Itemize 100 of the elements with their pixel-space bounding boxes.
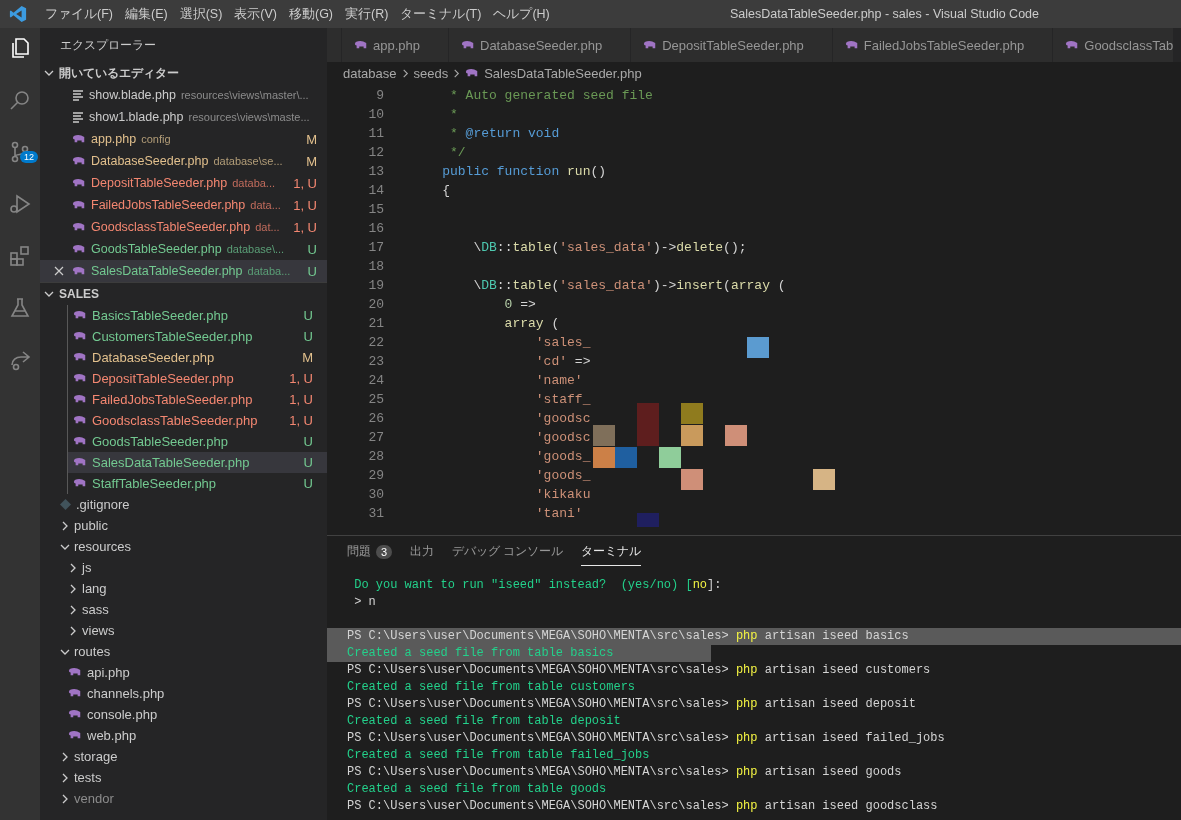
file-item[interactable]: DepositTableSeeder.php 1, U [68,368,327,389]
editor-tab[interactable]: GoodsclassTab [1053,28,1175,62]
line-number: 22 [367,334,384,352]
section-header[interactable]: SALES [59,287,99,301]
file-item[interactable]: BasicsTableSeeder.php U [68,305,327,326]
file-item[interactable]: SalesDataTableSeeder.php U [68,452,327,473]
code-line: 'staff_ [534,391,591,409]
file-name: FailedJobsTableSeeder.php [91,198,246,212]
run-debug-icon[interactable] [8,192,32,216]
panel-tab[interactable]: 出力 [410,538,435,566]
file-item[interactable]: GoodsTableSeeder.php U [68,431,327,452]
folder-name[interactable]: vendor [74,791,114,806]
elephant-icon [73,373,87,384]
folder-name[interactable]: routes [74,644,111,659]
terminal-line: Do you want to run "iseed" instead? (yes/no) [no]: [353,578,722,592]
chevron-icon[interactable] [68,625,78,636]
menu-item[interactable]: ヘルプ(H) [487,5,556,23]
menu-item[interactable]: 実行(R) [339,5,395,23]
chevron-icon[interactable] [44,68,54,78]
chevron-icon[interactable] [60,751,70,762]
folder-name[interactable]: tests [74,770,102,785]
menu-item[interactable]: 移動(G) [283,5,340,23]
terminal-line: PS C:\Users\user\Documents\MEGA\SOHO\MENTA\src\sales> php artisan iseed failed_jobs [347,731,945,745]
folder-name[interactable]: public [74,518,108,533]
open-editor-item[interactable]: GoodsclassTableSeeder.php dat... 1, U [40,216,327,238]
code-line: \DB::table('sales_data')->delete(); [472,239,747,257]
flask-icon[interactable] [8,296,32,320]
file-item[interactable]: DatabaseSeeder.php M [68,347,327,368]
file-path: databa... [247,265,291,277]
panel-tab[interactable]: 問題 [347,538,371,566]
folder-name[interactable]: sass [82,602,109,617]
breadcrumb-item[interactable]: database [343,66,397,81]
chevron-icon[interactable] [44,289,54,299]
file-name: app.php [91,132,137,146]
open-editor-item[interactable]: app.php config M [40,128,327,150]
search-icon[interactable] [8,88,32,112]
editor-tab[interactable]: DatabaseSeeder.php [449,28,632,62]
editor-tab[interactable]: DepositTableSeeder.php [631,28,833,62]
breadcrumb-item[interactable]: seeds [413,66,449,81]
file-item[interactable]: StaffTableSeeder.php U [68,473,327,494]
file-path: resources\views\master\... [180,89,309,101]
open-editor-item[interactable]: SalesDataTableSeeder.php databa... U [40,260,327,282]
folder-name[interactable]: js [82,560,92,575]
editor-tab[interactable]: FailedJobsTableSeeder.php [832,28,1054,62]
elephant-icon [68,730,82,741]
file-name[interactable]: .gitignore [76,497,130,512]
file-name[interactable]: api.php [87,665,130,680]
menu-item[interactable]: 選択(S) [173,5,229,23]
file-item[interactable]: GoodsclassTableSeeder.php 1, U [68,410,327,431]
terminal-line: > n [353,595,376,609]
folder-name[interactable]: views [82,623,115,638]
window-title: SalesDataTableSeeder.php - sales - Visual Studio Code [730,7,1039,21]
elephant-icon [73,436,87,447]
open-editor-item[interactable]: GoodsTableSeeder.php database\... U [40,238,327,260]
file-name: GoodsTableSeeder.php [91,242,222,256]
open-editor-item[interactable]: DatabaseSeeder.php database\se... M [40,150,327,172]
panel-tab[interactable]: ターミナル [581,538,642,566]
folder-name[interactable]: storage [74,749,118,764]
code-line: 'sales_ [534,334,591,352]
folder-name[interactable]: resources [74,539,132,554]
open-editor-item[interactable]: show.blade.php resources\views\master\... [40,84,327,106]
menu-item[interactable]: 編集(E) [118,5,174,23]
file-name[interactable]: console.php [87,707,158,722]
chevron-icon[interactable] [68,604,78,615]
share-arrow-icon[interactable] [8,348,32,372]
line-number: 17 [367,239,384,257]
breadcrumb-item[interactable]: SalesDataTableSeeder.php [484,66,642,81]
open-editor-item[interactable]: show1.blade.php resources\views\maste... [40,106,327,128]
chevron-icon[interactable] [68,562,78,573]
chevron-icon[interactable] [68,583,78,594]
open-editor-item[interactable]: DepositTableSeeder.php databa... 1, U [40,172,327,194]
file-item[interactable]: FailedJobsTableSeeder.php 1, U [68,389,327,410]
git-status: 1, U [292,175,317,191]
line-number: 11 [367,125,384,143]
git-status: 1, U [292,197,317,213]
panel-tab[interactable]: デバッグ コンソール [452,538,564,566]
line-number: 27 [367,429,384,447]
file-name[interactable]: web.php [87,728,137,743]
close-icon[interactable] [54,266,64,276]
file-item[interactable]: CustomersTableSeeder.php U [68,326,327,347]
line-number: 19 [367,277,384,295]
elephant-icon [72,155,86,167]
chevron-icon[interactable] [60,520,70,531]
section-header[interactable]: 開いているエディター [59,64,179,82]
editor-tab[interactable]: app.php [342,28,449,62]
file-name[interactable]: channels.php [87,686,165,701]
folder-name[interactable]: lang [82,581,107,596]
menu-item[interactable]: ファイル(F) [39,5,119,23]
elephant-icon [643,39,658,51]
chevron-icon[interactable] [60,772,70,783]
menu-item[interactable]: ターミナル(T) [394,5,488,23]
terminal-line: PS C:\Users\user\Documents\MEGA\SOHO\MENTA\src\sales> php artisan iseed customers [347,663,931,677]
menu-item[interactable]: 表示(V) [228,5,283,23]
file-name: SalesDataTableSeeder.php [91,264,243,278]
open-editor-item[interactable]: FailedJobsTableSeeder.php data... 1, U [40,194,327,216]
chevron-icon[interactable] [60,793,70,804]
code-line: 'goods_ [534,448,591,466]
file-path: resources\views\maste... [188,111,310,123]
extensions-icon[interactable] [8,244,32,268]
elephant-icon [465,68,480,79]
